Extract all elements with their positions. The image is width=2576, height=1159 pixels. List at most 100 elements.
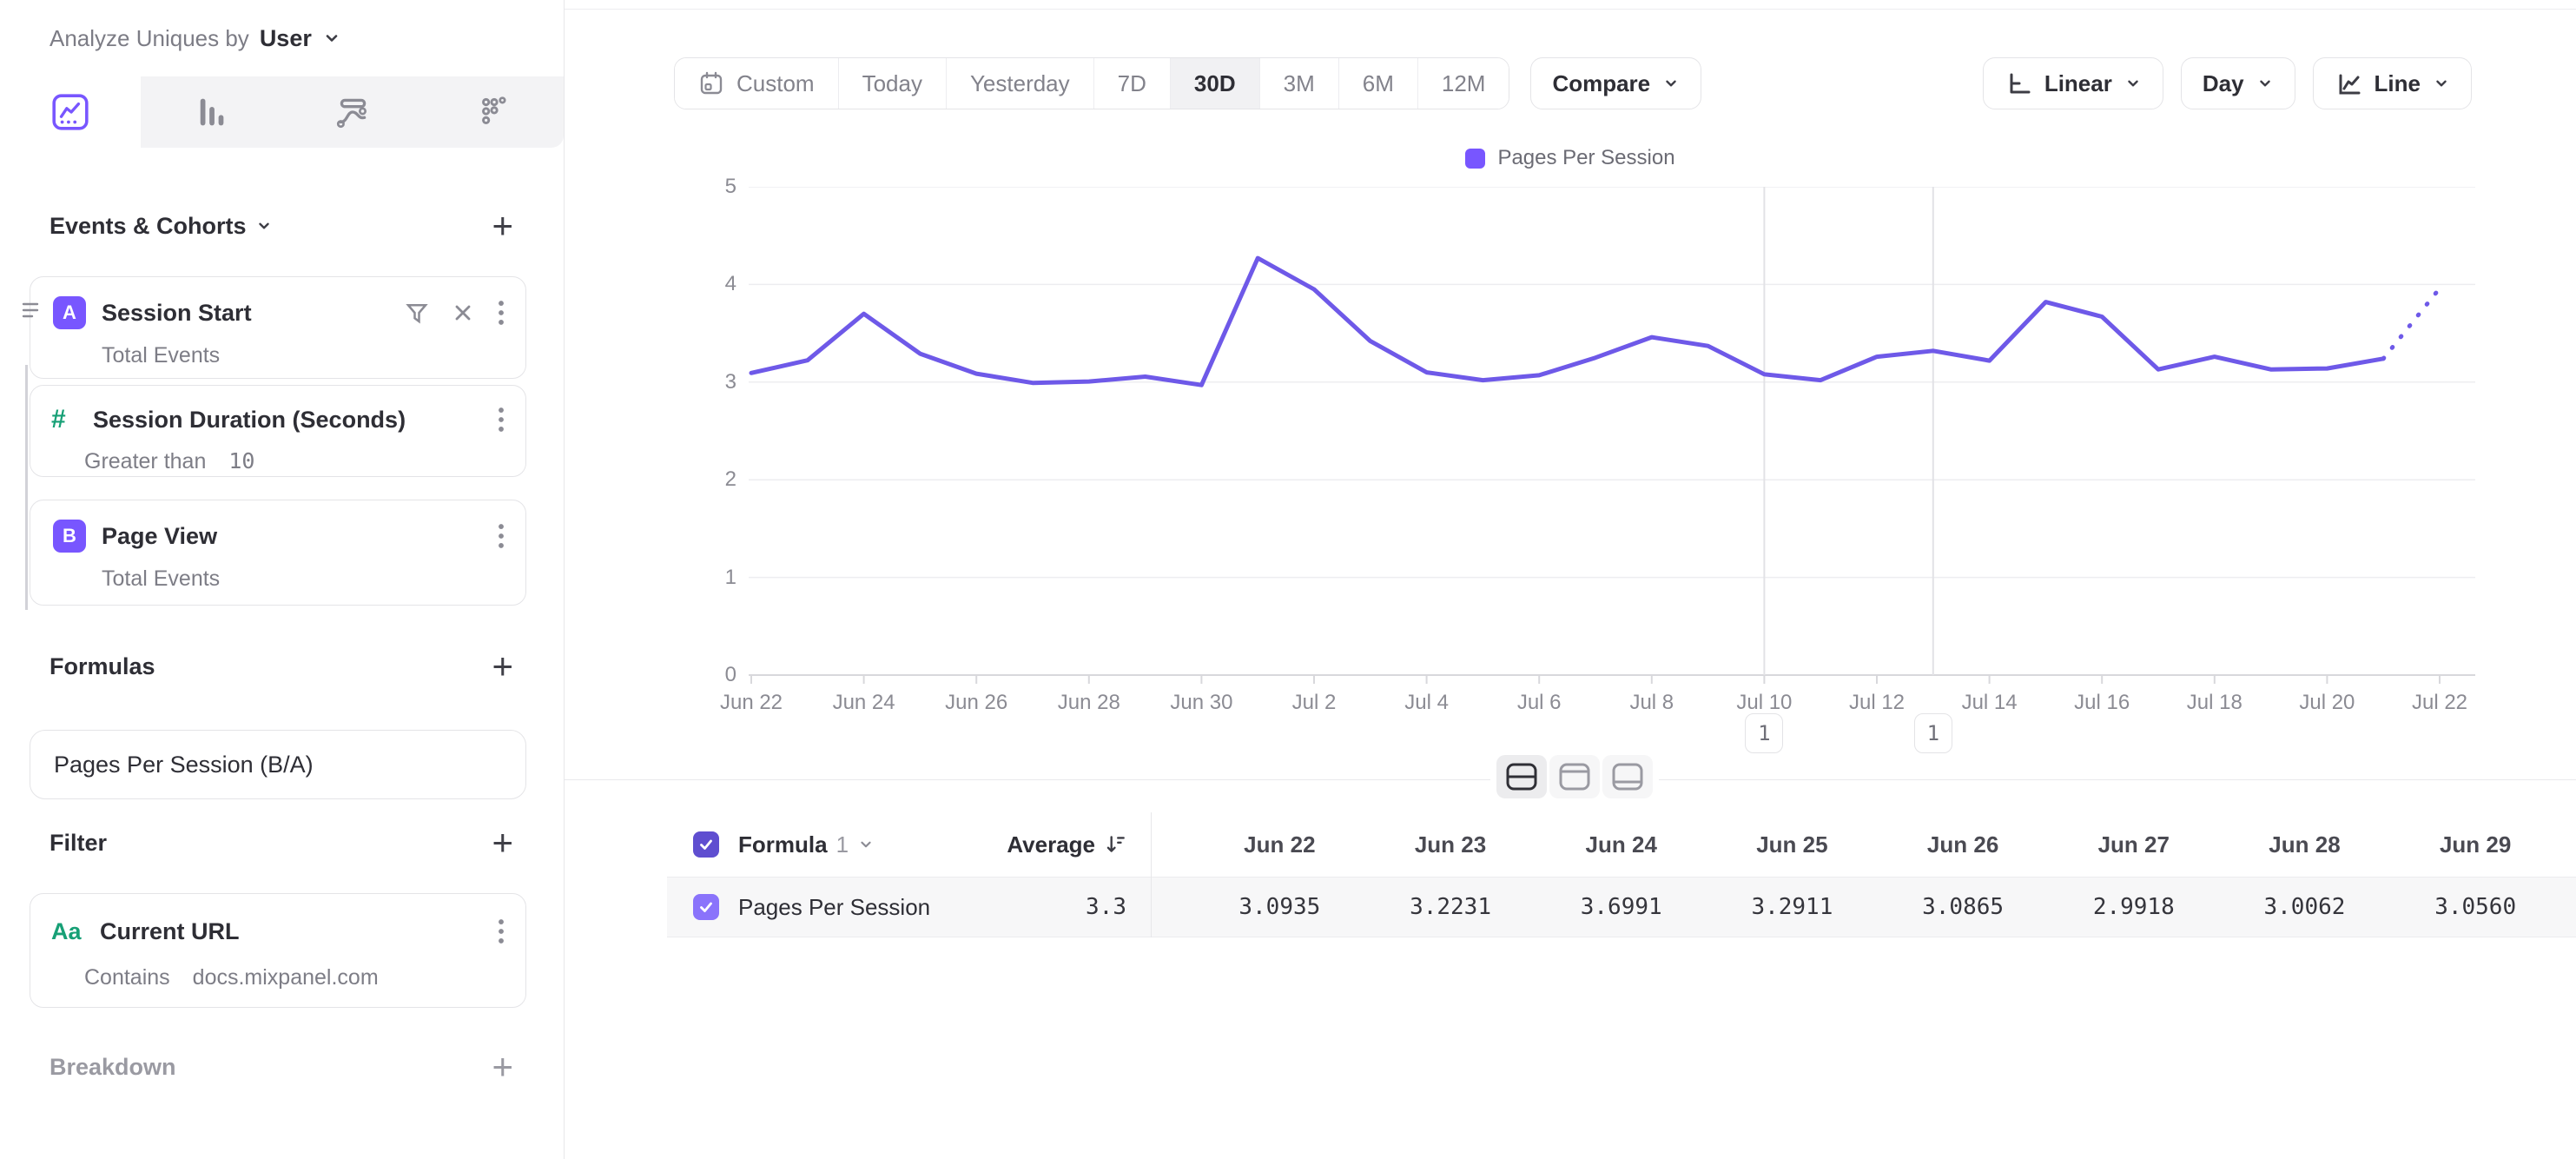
event-card-session-start[interactable]: A Session Start Total Events	[30, 276, 526, 379]
date-column-header[interactable]: Jun 24	[1536, 831, 1707, 858]
number-property-icon: #	[51, 405, 81, 434]
y-axis-label: 3	[669, 370, 736, 394]
date-column-header[interactable]: Jun 25	[1707, 831, 1878, 858]
compare-button[interactable]: Compare	[1530, 57, 1701, 109]
report-main-panel: Custom TodayYesterday7D30D3M 6M 12M Compare…	[565, 0, 2576, 1159]
y-axis-label: 4	[669, 272, 736, 296]
add-breakdown-button[interactable]: +	[492, 1049, 513, 1085]
range-button-6m[interactable]: 6M	[1338, 58, 1417, 109]
select-all-checkbox[interactable]	[693, 831, 719, 858]
filter-property-title[interactable]: Current URL	[100, 918, 240, 945]
flows-icon	[333, 92, 373, 132]
date-column-header[interactable]: Jun 29	[2390, 831, 2561, 858]
filter-value[interactable]: 10	[228, 448, 254, 474]
column-divider	[1151, 812, 1152, 937]
y-axis-scale-button[interactable]: Linear	[1983, 57, 2163, 109]
kebab-menu-icon[interactable]	[496, 917, 506, 946]
date-column-header[interactable]: Jun 23	[1365, 831, 1536, 858]
average-column-header[interactable]: Average	[1007, 831, 1151, 858]
filter-operator[interactable]: Greater than	[84, 449, 206, 474]
formula-card[interactable]: Pages Per Session (B/A)	[30, 730, 526, 799]
range-button-12m[interactable]: 12M	[1417, 58, 1509, 109]
date-column-header[interactable]: Jun 27	[2048, 831, 2219, 858]
add-event-button[interactable]: +	[492, 208, 513, 244]
query-builder-sidebar: Analyze Uniques by User	[0, 0, 565, 1159]
formula-number: 1	[836, 831, 849, 858]
table-only-button[interactable]	[1602, 755, 1653, 798]
y-axis-label: 1	[669, 566, 736, 590]
range-button-yesterday[interactable]: Yesterday	[946, 58, 1093, 109]
annotation-badge[interactable]: 1	[1914, 713, 1952, 753]
filter-value[interactable]: docs.mixpanel.com	[193, 965, 379, 990]
chevron-down-icon	[1662, 75, 1680, 92]
tab-bar-report[interactable]	[141, 76, 281, 148]
chart-only-button[interactable]	[1549, 755, 1600, 798]
chevron-down-icon	[322, 29, 341, 48]
formula-expression[interactable]: Pages Per Session (B/A)	[30, 731, 525, 798]
add-filter-button[interactable]: +	[492, 825, 513, 861]
event-title[interactable]: Session Start	[102, 300, 252, 327]
breakdown-header-label: Breakdown	[50, 1054, 176, 1081]
events-header-toggle[interactable]: Events & Cohorts	[50, 213, 273, 240]
tab-flows-report[interactable]	[282, 76, 423, 148]
row-name: Pages Per Session	[738, 894, 930, 921]
interval-button[interactable]: Day	[2181, 57, 2295, 109]
range-label: Custom	[736, 70, 815, 97]
property-title[interactable]: Session Duration (Seconds)	[93, 407, 406, 434]
range-button-custom[interactable]: Custom	[675, 58, 838, 109]
chevron-down-icon	[857, 836, 875, 853]
kebab-menu-icon[interactable]	[496, 298, 506, 328]
event-card-page-view[interactable]: B Page View Total Events	[30, 500, 526, 606]
average-label: Average	[1007, 831, 1095, 858]
filter-card-current-url[interactable]: Aa Current URL Contains docs.mixpanel.co…	[30, 893, 526, 1008]
annotation-badge[interactable]: 1	[1745, 713, 1783, 753]
range-label: 12M	[1442, 70, 1486, 97]
insights-line-icon	[50, 92, 90, 132]
event-group-indicator	[25, 365, 28, 610]
breakdown-section-header: Breakdown +	[0, 1047, 564, 1087]
event-title[interactable]: Page View	[102, 523, 217, 550]
range-button-today[interactable]: Today	[838, 58, 946, 109]
linear-scale-icon	[2005, 70, 2032, 97]
table-row-pages-per-session[interactable]: Pages Per Session 3.3 3.09353.22313.6991…	[565, 877, 2576, 937]
compare-label: Compare	[1552, 70, 1650, 97]
kebab-menu-icon[interactable]	[496, 521, 506, 551]
chevron-down-icon	[255, 217, 273, 235]
formula-column-header[interactable]: Formula 1	[738, 831, 875, 858]
property-filter-card-session-duration[interactable]: # Session Duration (Seconds) Greater tha…	[30, 385, 526, 477]
event-badge-a: A	[53, 296, 86, 329]
filter-operator[interactable]: Contains	[84, 965, 170, 990]
x-axis-label: Jul 20	[2270, 691, 2383, 715]
legend-label: Pages Per Session	[1497, 146, 1674, 170]
row-checkbox[interactable]	[693, 894, 719, 920]
analyze-by-dropdown[interactable]: User	[260, 25, 312, 52]
filter-icon[interactable]	[404, 300, 430, 326]
date-column-header[interactable]: Jun 22	[1194, 831, 1365, 858]
range-button-30d[interactable]: 30D	[1170, 58, 1259, 109]
tab-insights[interactable]	[0, 76, 141, 148]
x-axis-label: Jul 8	[1595, 691, 1708, 715]
close-icon[interactable]	[451, 301, 475, 325]
layout-toggle-group	[1490, 749, 1659, 805]
value-cell: 3.2911	[1707, 894, 1878, 920]
date-column-header[interactable]: Jun 28	[2219, 831, 2390, 858]
x-axis-label: Jul 22	[2383, 691, 2496, 715]
event-measure[interactable]: Total Events	[102, 343, 220, 368]
legend-item-pages-per-session[interactable]: Pages Per Session	[1465, 146, 1674, 170]
range-button-7d[interactable]: 7D	[1093, 58, 1170, 109]
x-axis-label: Jul 4	[1371, 691, 1483, 715]
drag-handle-icon[interactable]	[21, 299, 40, 321]
filter-header-label: Filter	[50, 830, 107, 857]
tab-retention-report[interactable]	[423, 76, 564, 148]
range-label: 6M	[1363, 70, 1394, 97]
table-only-icon	[1611, 762, 1644, 791]
date-column-header[interactable]: Jun 26	[1878, 831, 2049, 858]
chart-type-button[interactable]: Line	[2313, 57, 2472, 109]
range-button-3m[interactable]: 3M	[1259, 58, 1338, 109]
split-view-button[interactable]	[1496, 755, 1547, 798]
event-measure[interactable]: Total Events	[102, 566, 220, 592]
kebab-menu-icon[interactable]	[496, 405, 506, 434]
chevron-down-icon	[2124, 75, 2142, 92]
add-formula-button[interactable]: +	[492, 648, 513, 685]
formulas-section-header: Formulas +	[0, 646, 564, 686]
